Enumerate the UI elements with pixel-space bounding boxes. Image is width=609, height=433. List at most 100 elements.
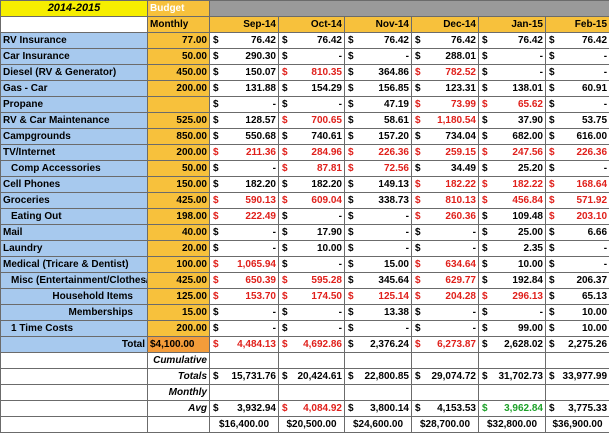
amount-cell[interactable]: $109.48 <box>479 209 546 225</box>
category-label[interactable]: Cell Phones <box>1 177 148 193</box>
amount-cell[interactable]: $810.13 <box>412 193 479 209</box>
amount-cell[interactable]: $247.56 <box>479 145 546 161</box>
amount-cell[interactable]: $182.22 <box>412 177 479 193</box>
monthly-budget-cell[interactable]: 200.00 <box>148 81 210 97</box>
amount-cell[interactable]: $211.36 <box>210 145 279 161</box>
amount-cell[interactable]: $3,962.84 <box>479 401 546 417</box>
amount-cell[interactable]: $4,484.13 <box>210 337 279 353</box>
budget-total-cell[interactable]: $24,600.00 <box>345 417 412 433</box>
amount-cell[interactable]: $- <box>412 321 479 337</box>
monthly-budget-cell[interactable]: 425.00 <box>148 193 210 209</box>
amount-cell[interactable]: $65.13 <box>546 289 609 305</box>
amount-cell[interactable]: $4,084.92 <box>279 401 345 417</box>
amount-cell[interactable]: $226.36 <box>345 145 412 161</box>
amount-cell[interactable]: $634.64 <box>412 257 479 273</box>
amount-cell[interactable]: $226.36 <box>546 145 609 161</box>
amount-cell[interactable]: $192.84 <box>479 273 546 289</box>
amount-cell[interactable]: $- <box>345 209 412 225</box>
monthly-budget-cell[interactable]: 77.00 <box>148 33 210 49</box>
amount-cell[interactable]: $2,275.26 <box>546 337 609 353</box>
budget-total-cell[interactable]: $28,700.00 <box>412 417 479 433</box>
blank-cell[interactable] <box>279 385 345 401</box>
category-label[interactable]: Diesel (RV & Generator) <box>1 65 148 81</box>
amount-cell[interactable]: $2.35 <box>479 241 546 257</box>
month-header-4[interactable]: Jan-15 <box>479 17 546 33</box>
amount-cell[interactable]: $1,180.54 <box>412 113 479 129</box>
amount-cell[interactable]: $- <box>279 49 345 65</box>
amount-cell[interactable]: $153.70 <box>210 289 279 305</box>
category-label[interactable]: RV & Car Maintenance <box>1 113 148 129</box>
monthly-budget-cell[interactable]: 200.00 <box>148 321 210 337</box>
amount-cell[interactable]: $650.39 <box>210 273 279 289</box>
blank-cell[interactable] <box>148 417 210 433</box>
amount-cell[interactable]: $76.42 <box>479 33 546 49</box>
amount-cell[interactable]: $- <box>546 161 609 177</box>
blank-cell[interactable] <box>1 417 148 433</box>
amount-cell[interactable]: $571.92 <box>546 193 609 209</box>
amount-cell[interactable]: $168.64 <box>546 177 609 193</box>
amount-cell[interactable]: $- <box>210 305 279 321</box>
monthly-budget-cell[interactable]: 450.00 <box>148 65 210 81</box>
blank-cell[interactable] <box>345 385 412 401</box>
amount-cell[interactable]: $25.00 <box>479 225 546 241</box>
blank-cell[interactable] <box>210 353 279 369</box>
monthly-budget-cell[interactable]: 50.00 <box>148 49 210 65</box>
category-label[interactable]: Gas - Car <box>1 81 148 97</box>
amount-cell[interactable]: $- <box>412 241 479 257</box>
amount-cell[interactable]: $31,702.73 <box>479 369 546 385</box>
amount-cell[interactable]: $- <box>345 241 412 257</box>
amount-cell[interactable]: $296.13 <box>479 289 546 305</box>
amount-cell[interactable]: $17.90 <box>279 225 345 241</box>
monthly-budget-cell[interactable]: 15.00 <box>148 305 210 321</box>
category-label[interactable]: Car Insurance <box>1 49 148 65</box>
amount-cell[interactable]: $740.61 <box>279 129 345 145</box>
amount-cell[interactable]: $10.00 <box>546 321 609 337</box>
amount-cell[interactable]: $222.49 <box>210 209 279 225</box>
amount-cell[interactable]: $456.84 <box>479 193 546 209</box>
cumulative-totals-label-bottom[interactable]: Totals <box>148 369 210 385</box>
budget-total-cell[interactable]: $20,500.00 <box>279 417 345 433</box>
month-header-2[interactable]: Nov-14 <box>345 17 412 33</box>
amount-cell[interactable]: $1,065.94 <box>210 257 279 273</box>
amount-cell[interactable]: $60.91 <box>546 81 609 97</box>
amount-cell[interactable]: $76.42 <box>279 33 345 49</box>
amount-cell[interactable]: $76.42 <box>546 33 609 49</box>
amount-cell[interactable]: $- <box>279 257 345 273</box>
blank-cell[interactable] <box>210 385 279 401</box>
monthly-budget-cell[interactable]: 40.00 <box>148 225 210 241</box>
category-label[interactable]: RV Insurance <box>1 33 148 49</box>
category-label[interactable]: Memberships <box>1 305 148 321</box>
month-header-1[interactable]: Oct-14 <box>279 17 345 33</box>
blank-cell[interactable] <box>1 369 148 385</box>
blank-cell[interactable] <box>479 385 546 401</box>
amount-cell[interactable]: $10.00 <box>479 257 546 273</box>
month-header-3[interactable]: Dec-14 <box>412 17 479 33</box>
amount-cell[interactable]: $25.20 <box>479 161 546 177</box>
category-label[interactable]: Comp Accessories <box>1 161 148 177</box>
amount-cell[interactable]: $288.01 <box>412 49 479 65</box>
amount-cell[interactable]: $6,273.87 <box>412 337 479 353</box>
month-header-0[interactable]: Sep-14 <box>210 17 279 33</box>
amount-cell[interactable]: $123.31 <box>412 81 479 97</box>
amount-cell[interactable]: $65.62 <box>479 97 546 113</box>
amount-cell[interactable]: $58.61 <box>345 113 412 129</box>
amount-cell[interactable]: $131.88 <box>210 81 279 97</box>
amount-cell[interactable]: $10.00 <box>279 241 345 257</box>
amount-cell[interactable]: $87.81 <box>279 161 345 177</box>
category-label[interactable]: Eating Out <box>1 209 148 225</box>
amount-cell[interactable]: $345.64 <box>345 273 412 289</box>
amount-cell[interactable]: $157.20 <box>345 129 412 145</box>
amount-cell[interactable]: $3,775.33 <box>546 401 609 417</box>
amount-cell[interactable]: $- <box>210 241 279 257</box>
total-label[interactable]: Total <box>1 337 148 353</box>
amount-cell[interactable]: $595.28 <box>279 273 345 289</box>
amount-cell[interactable]: $810.35 <box>279 65 345 81</box>
amount-cell[interactable]: $20,424.61 <box>279 369 345 385</box>
amount-cell[interactable]: $156.85 <box>345 81 412 97</box>
budget-total-cell[interactable]: $32,800.00 <box>479 417 546 433</box>
blank-cell[interactable] <box>479 353 546 369</box>
amount-cell[interactable]: $3,932.94 <box>210 401 279 417</box>
amount-cell[interactable]: $150.07 <box>210 65 279 81</box>
amount-cell[interactable]: $13.38 <box>345 305 412 321</box>
amount-cell[interactable]: $- <box>345 321 412 337</box>
